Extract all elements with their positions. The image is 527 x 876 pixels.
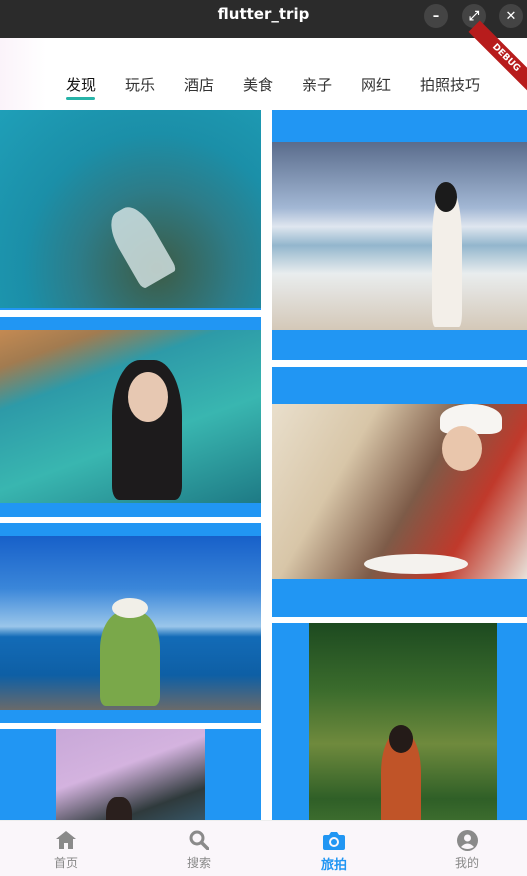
nav-travel-photo-label: 旅拍 (320, 858, 347, 873)
nav-mine[interactable]: 我的 (427, 821, 507, 876)
feed-card-forest[interactable] (272, 623, 527, 820)
nav-home-label: 首页 (53, 856, 78, 870)
tab-fun[interactable]: 玩乐 (125, 74, 155, 95)
feed-card-chef[interactable] (272, 367, 527, 617)
window-title: flutter_trip (217, 5, 310, 23)
camera-icon (323, 829, 345, 851)
tab-discover[interactable]: 发现 (66, 74, 96, 95)
photo-hot-spring (0, 330, 261, 503)
minimize-icon: – (432, 8, 440, 24)
feed-card-seaside[interactable] (0, 523, 261, 723)
bottom-navigation: 首页 搜索 旅拍 我的 (0, 820, 527, 876)
feed-card-blossom[interactable] (0, 729, 261, 820)
account-icon (456, 829, 478, 851)
category-tab-bar: 发现 玩乐 酒店 美食 亲子 网红 拍照技巧 (0, 38, 527, 110)
feed-card-hot-spring[interactable] (0, 317, 261, 517)
tab-trending[interactable]: 网红 (361, 74, 391, 95)
app-window: flutter_trip – ⤢ ✕ 发现 玩乐 酒店 美食 亲子 网红 拍照技… (0, 0, 527, 876)
tab-photo-tips[interactable]: 拍照技巧 (420, 74, 480, 95)
nav-search[interactable]: 搜索 (159, 821, 239, 876)
nav-travel-photo[interactable]: 旅拍 (294, 821, 374, 876)
feed-card-underwater[interactable] (0, 110, 261, 310)
photo-seaside-hat (0, 536, 261, 710)
tab-food[interactable]: 美食 (243, 74, 273, 95)
tab-family[interactable]: 亲子 (302, 74, 332, 95)
minimize-button[interactable]: – (424, 4, 448, 28)
close-button[interactable]: ✕ (499, 4, 523, 28)
search-icon (188, 829, 210, 851)
photo-beach-white-dress (272, 142, 527, 330)
photo-forest (309, 623, 497, 820)
nav-mine-label: 我的 (454, 856, 479, 870)
tab-active-indicator (66, 97, 95, 100)
photo-underwater-swimmer (0, 110, 261, 308)
photo-feed-grid[interactable] (0, 110, 527, 820)
home-icon (55, 829, 77, 851)
close-icon: ✕ (505, 8, 517, 24)
photo-chef-eating (272, 404, 527, 579)
photo-pink-blossoms (56, 729, 205, 820)
window-titlebar[interactable]: flutter_trip – ⤢ ✕ (0, 0, 527, 38)
feed-card-beach[interactable] (272, 110, 527, 360)
tab-hotel[interactable]: 酒店 (184, 74, 214, 95)
nav-search-label: 搜索 (186, 856, 211, 870)
nav-home[interactable]: 首页 (26, 821, 106, 876)
tab-bar-fade (0, 38, 46, 110)
